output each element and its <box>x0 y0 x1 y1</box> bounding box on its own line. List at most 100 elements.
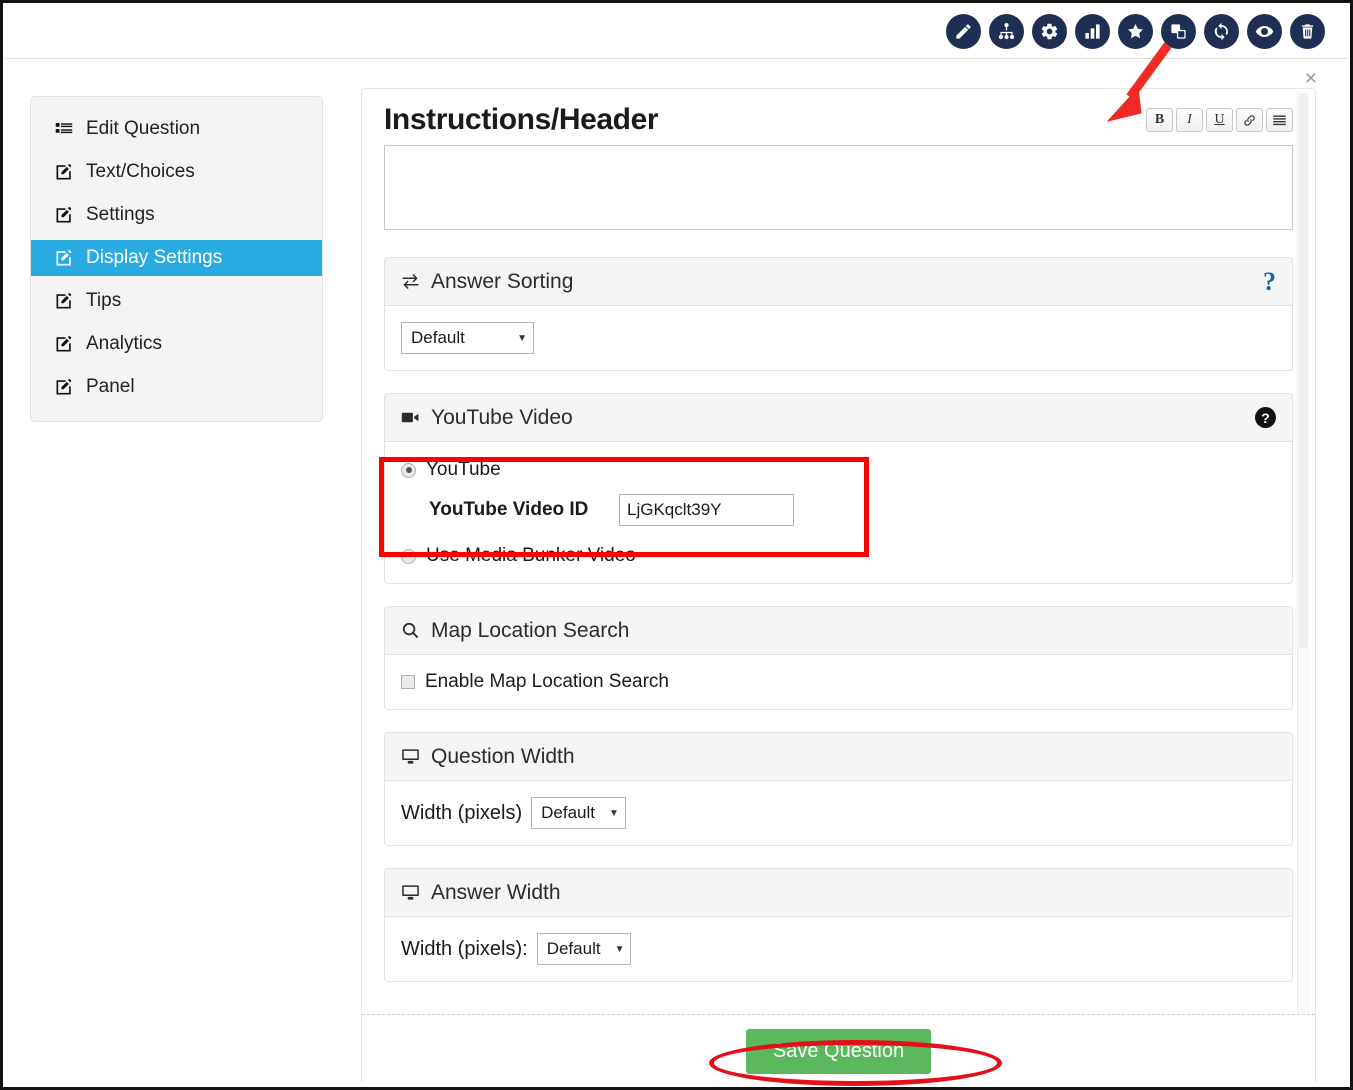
question-width-select-value: Default <box>541 803 595 823</box>
answer-width-row: Width (pixels): Default ▼ <box>401 933 1276 965</box>
map-location-header: Map Location Search <box>385 607 1292 655</box>
save-question-button[interactable]: Save Question <box>746 1029 931 1074</box>
desktop-icon <box>401 747 420 766</box>
close-icon[interactable]: × <box>1305 68 1317 89</box>
sidebar: Edit Question Text/Choices Settings Disp… <box>30 96 323 422</box>
pencil-square-icon <box>55 249 77 267</box>
youtube-video-card: YouTube Video ? YouTube YouTube Video ID <box>384 393 1293 584</box>
instructions-textarea[interactable] <box>384 145 1293 230</box>
bold-icon[interactable]: B <box>1146 108 1173 132</box>
bar-chart-icon[interactable] <box>1075 14 1110 49</box>
answer-width-select-value: Default <box>547 939 601 959</box>
rich-text-toolbar: B I U <box>1146 108 1293 132</box>
question-width-body: Width (pixels) Default ▼ <box>385 781 1292 845</box>
answer-width-header: Answer Width <box>385 869 1292 917</box>
sidebar-item-tips[interactable]: Tips <box>31 283 322 319</box>
map-location-card: Map Location Search Enable Map Location … <box>384 606 1293 710</box>
list-icon <box>55 120 77 138</box>
italic-icon[interactable]: I <box>1176 108 1203 132</box>
youtube-video-id-row: YouTube Video ID <box>401 494 1276 526</box>
card-title: Answer Sorting <box>431 270 573 294</box>
pencil-square-icon <box>55 163 77 181</box>
question-width-card: Question Width Width (pixels) Default ▼ <box>384 732 1293 846</box>
card-title: Answer Width <box>431 881 561 905</box>
media-bunker-radio-label: Use Media Bunker Video <box>426 545 636 567</box>
youtube-video-header: YouTube Video ? <box>385 394 1292 442</box>
answer-width-label: Width (pixels): <box>401 938 528 961</box>
page-title: Instructions/Header <box>384 103 658 137</box>
answer-sorting-body: Default ▼ <box>385 306 1292 370</box>
enable-map-label: Enable Map Location Search <box>425 671 669 693</box>
map-location-body: Enable Map Location Search <box>385 655 1292 709</box>
card-title: Question Width <box>431 745 575 769</box>
sidebar-item-label: Edit Question <box>86 118 200 140</box>
sidebar-item-text-choices[interactable]: Text/Choices <box>31 154 322 190</box>
card-title: YouTube Video <box>431 406 573 430</box>
gear-icon[interactable] <box>1032 14 1067 49</box>
pencil-square-icon <box>55 335 77 353</box>
card-title: Map Location Search <box>431 619 629 643</box>
question-circle-icon[interactable]: ? <box>1255 407 1276 428</box>
desktop-icon <box>401 883 420 902</box>
chevron-down-icon: ▼ <box>517 333 527 344</box>
youtube-video-body: YouTube YouTube Video ID Use Media Bunke… <box>385 442 1292 583</box>
answer-sorting-select-value: Default <box>411 328 465 348</box>
sidebar-item-settings[interactable]: Settings <box>31 197 322 233</box>
align-justify-icon[interactable] <box>1266 108 1293 132</box>
page-frame: × Edit Question Text/Choices Settings <box>0 0 1353 1090</box>
question-width-select[interactable]: Default ▼ <box>531 797 626 829</box>
link-icon[interactable] <box>1236 108 1263 132</box>
media-bunker-radio-row: Use Media Bunker Video <box>401 545 1276 567</box>
answer-sorting-select[interactable]: Default ▼ <box>401 322 534 354</box>
sidebar-item-analytics[interactable]: Analytics <box>31 326 322 362</box>
youtube-radio[interactable] <box>401 463 416 478</box>
instructions-header-row: Instructions/Header B I U <box>384 89 1293 137</box>
chevron-down-icon: ▼ <box>609 808 619 819</box>
question-mark-icon[interactable]: ? <box>1263 269 1276 295</box>
sidebar-item-label: Settings <box>86 204 155 226</box>
panel-content: Instructions/Header B I U <box>362 89 1315 1084</box>
youtube-radio-row: YouTube <box>401 459 1276 481</box>
youtube-video-id-input[interactable] <box>619 494 794 526</box>
sidebar-item-label: Text/Choices <box>86 161 195 183</box>
answer-width-card: Answer Width Width (pixels): Default ▼ <box>384 868 1293 982</box>
panel-footer: Save Question <box>362 1014 1315 1084</box>
sidebar-item-label: Panel <box>86 376 135 398</box>
answer-sorting-header: Answer Sorting ? <box>385 258 1292 306</box>
media-bunker-radio[interactable] <box>401 549 416 564</box>
sidebar-item-panel[interactable]: Panel <box>31 369 322 405</box>
question-width-row: Width (pixels) Default ▼ <box>401 797 1276 829</box>
content-area: × Edit Question Text/Choices Settings <box>6 60 1347 1084</box>
refresh-icon[interactable] <box>1204 14 1239 49</box>
underline-icon[interactable]: U <box>1206 108 1233 132</box>
sidebar-item-display-settings[interactable]: Display Settings <box>31 240 322 276</box>
answer-sorting-card: Answer Sorting ? Default ▼ <box>384 257 1293 371</box>
top-toolbar-icons <box>946 14 1325 49</box>
trash-icon[interactable] <box>1290 14 1325 49</box>
answer-width-body: Width (pixels): Default ▼ <box>385 917 1292 981</box>
enable-map-row: Enable Map Location Search <box>401 671 1276 693</box>
copy-icon[interactable] <box>1161 14 1196 49</box>
sidebar-item-edit-question[interactable]: Edit Question <box>31 111 322 147</box>
youtube-radio-label: YouTube <box>426 459 501 481</box>
chevron-down-icon: ▼ <box>615 944 625 955</box>
enable-map-checkbox[interactable] <box>401 675 415 689</box>
sitemap-icon[interactable] <box>989 14 1024 49</box>
pencil-square-icon <box>55 378 77 396</box>
answer-width-select[interactable]: Default ▼ <box>537 933 632 965</box>
video-camera-icon <box>401 408 420 427</box>
exchange-icon <box>401 272 420 291</box>
eye-icon[interactable] <box>1247 14 1282 49</box>
edit-pencil-icon[interactable] <box>946 14 981 49</box>
sidebar-item-label: Display Settings <box>86 247 222 269</box>
sidebar-item-label: Analytics <box>86 333 162 355</box>
question-width-label: Width (pixels) <box>401 802 522 825</box>
question-width-header: Question Width <box>385 733 1292 781</box>
search-icon <box>401 621 420 640</box>
top-toolbar <box>6 6 1347 59</box>
star-icon[interactable] <box>1118 14 1153 49</box>
sidebar-item-label: Tips <box>86 290 121 312</box>
pencil-square-icon <box>55 206 77 224</box>
youtube-video-id-label: YouTube Video ID <box>429 499 619 521</box>
display-settings-panel: Instructions/Header B I U <box>361 88 1316 1084</box>
